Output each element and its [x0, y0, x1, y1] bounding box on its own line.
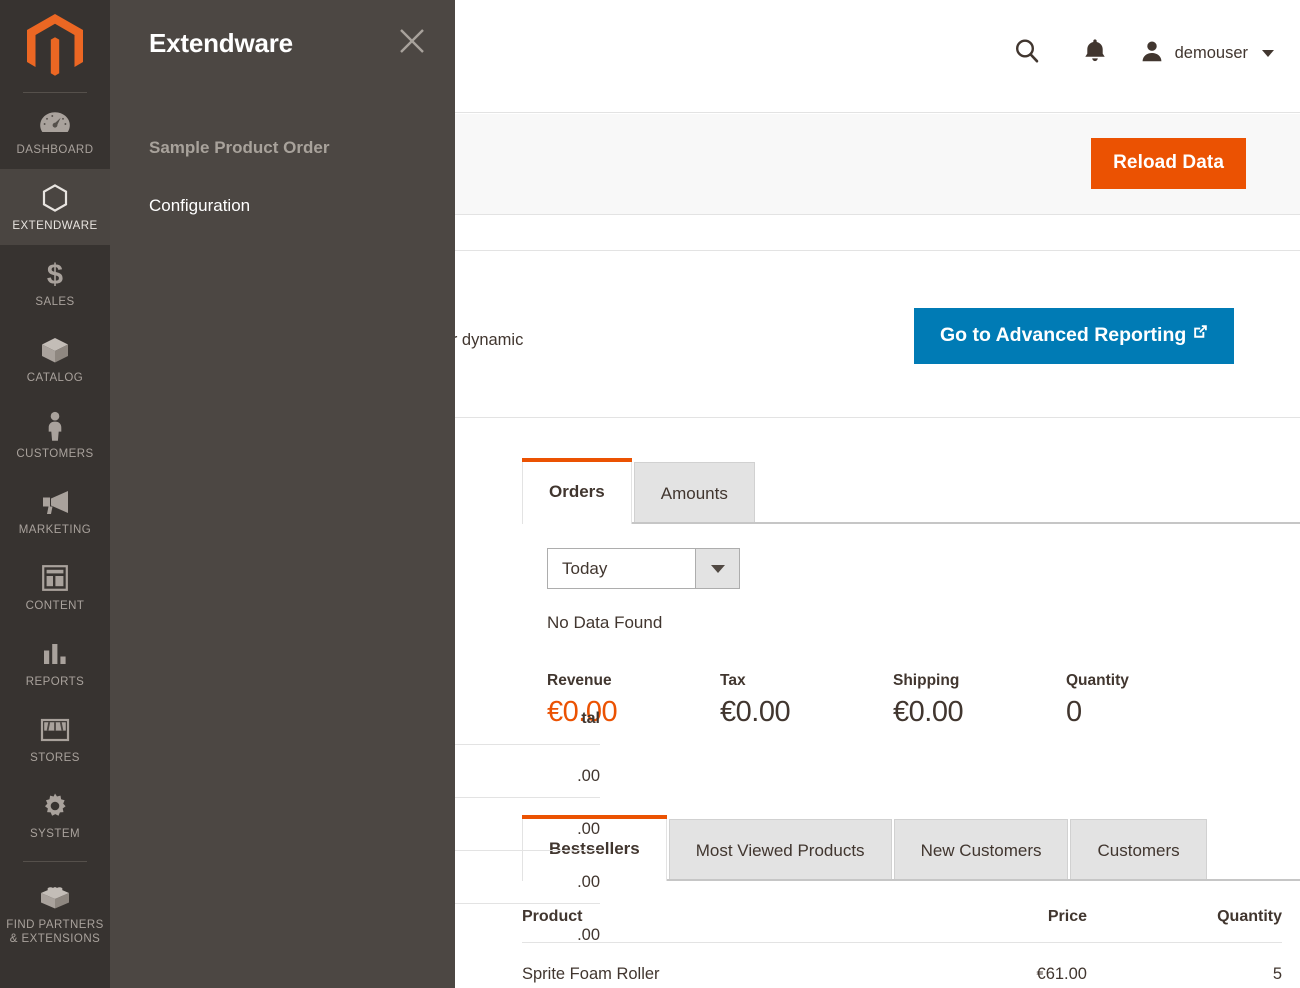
search-icon [1012, 36, 1042, 71]
stat-quantity-value: 0 [1066, 696, 1082, 728]
admin-dashboard-page: tal .00 .00 .00 .00 demouser Reload Data… [0, 0, 1300, 988]
period-select[interactable]: Today [547, 548, 740, 589]
flyout-item-configuration[interactable]: Configuration [149, 188, 429, 224]
tab-customers[interactable]: Customers [1070, 819, 1207, 881]
sidebar-item-customers[interactable]: CUSTOMERS [0, 397, 110, 473]
obscured-table-row: .00 [440, 798, 600, 851]
reload-data-button[interactable]: Reload Data [1091, 138, 1246, 189]
stat-quantity: Quantity 0 [1066, 672, 1239, 729]
sidebar-item-reports[interactable]: REPORTS [0, 625, 110, 701]
tab-most-viewed-products[interactable]: Most Viewed Products [668, 819, 892, 881]
sidebar-item-label: SYSTEM [30, 828, 80, 840]
close-icon[interactable] [397, 26, 427, 56]
cell-price: €61.00 [1036, 965, 1087, 983]
flyout-title: Extendware [149, 28, 293, 58]
sidebar-item-stores[interactable]: STORES [0, 701, 110, 777]
stat-quantity-label: Quantity [1066, 672, 1129, 689]
sidebar-item-label: CONTENT [25, 600, 85, 612]
sidebar-item-system[interactable]: SYSTEM [0, 777, 110, 853]
dashboard-gauge-icon [38, 107, 72, 137]
external-link-icon [1193, 322, 1208, 345]
column-header-quantity: Quantity [1086, 900, 1282, 943]
bottom-tabs: Bestsellers Most Viewed Products New Cus… [522, 815, 1300, 881]
tab-orders[interactable]: Orders [522, 458, 632, 524]
svg-text:$: $ [47, 259, 63, 290]
advanced-reporting-button-label: Go to Advanced Reporting [940, 324, 1187, 346]
stat-tax: Tax €0.00 [720, 672, 893, 729]
sidebar-item-label: DASHBOARD [16, 144, 94, 156]
sidebar-divider [23, 861, 87, 862]
sidebar-item-dashboard[interactable]: DASHBOARD [0, 93, 110, 169]
period-select-value: Today [562, 558, 608, 578]
go-to-advanced-reporting-button[interactable]: Go to Advanced Reporting [914, 308, 1235, 364]
tab-amounts[interactable]: Amounts [633, 462, 755, 524]
tab-new-customers[interactable]: New Customers [893, 819, 1069, 881]
sidebar-item-label: REPORTS [25, 676, 85, 688]
column-header-price: Price [935, 900, 1087, 943]
stat-revenue-label: Revenue [547, 672, 612, 689]
sidebar-item-label: SALES [35, 296, 75, 308]
sidebar-item-label-line2: & EXTENSIONS [9, 933, 101, 945]
sidebar-item-catalog[interactable]: CATALOG [0, 321, 110, 397]
flyout-link-list: Sample Product Order Configuration [149, 130, 429, 246]
stat-shipping-value: €0.00 [893, 696, 964, 728]
notifications-button[interactable] [1061, 33, 1129, 73]
orders-tabs-underline [522, 522, 1300, 524]
obscured-table-row: .00 [577, 926, 600, 944]
chevron-down-icon [695, 549, 739, 588]
bestsellers-table: Product Price Quantity Sprite Foam Rolle… [522, 900, 1282, 988]
sidebar-item-label: MARKETING [18, 524, 92, 536]
sidebar-item-extendware[interactable]: EXTENDWARE [0, 169, 110, 245]
stat-tax-label: Tax [720, 672, 746, 689]
bell-icon [1082, 37, 1108, 70]
layout-icon [38, 563, 72, 593]
user-avatar-icon [1139, 38, 1165, 69]
box-icon [38, 335, 72, 365]
sidebar-item-marketing[interactable]: MARKETING [0, 473, 110, 549]
sidebar-item-label: EXTENDWARE [12, 220, 98, 232]
gear-icon [38, 791, 72, 821]
megaphone-icon [38, 487, 72, 517]
user-menu[interactable]: demouser [1129, 38, 1280, 69]
dollar-icon: $ [38, 259, 72, 290]
sidebar-item-label: STORES [30, 752, 80, 764]
hexagon-icon [38, 183, 72, 213]
storefront-icon [38, 715, 72, 745]
header-actions: demouser [993, 33, 1280, 73]
sidebar-item-content[interactable]: CONTENT [0, 549, 110, 625]
search-button[interactable] [993, 33, 1061, 73]
sidebar-item-find-partners[interactable]: FIND PARTNERS & EXTENSIONS [0, 868, 110, 958]
person-icon [38, 411, 72, 441]
stat-tax-value: €0.00 [720, 696, 791, 728]
chevron-down-icon [1262, 49, 1274, 57]
obscured-table-row: .00 [440, 745, 600, 798]
obscured-table-row: .00 [440, 851, 600, 904]
stat-shipping-label: Shipping [893, 672, 960, 689]
table-header-row: Product Price Quantity [522, 900, 1282, 943]
table-row: Sprite Foam Roller €61.00 5 [522, 943, 1282, 988]
stat-shipping: Shipping €0.00 [893, 672, 1066, 729]
extendware-flyout-menu: Extendware Sample Product Order Configur… [110, 0, 455, 988]
orders-tabs: Orders Amounts [522, 458, 1282, 524]
cell-quantity: 5 [1272, 965, 1282, 983]
sidebar-item-label-line1: FIND PARTNERS [6, 919, 104, 931]
flyout-item-sample-product-order[interactable]: Sample Product Order [149, 130, 429, 166]
sidebar-item-label: FIND PARTNERS & EXTENSIONS [6, 918, 103, 946]
orders-stats-row: Revenue €0.00 Tax €0.00 Shipping €0.00 Q… [547, 672, 1287, 729]
main-sidebar: DASHBOARD EXTENDWARE $ SALES CATALOG CUS… [0, 0, 110, 988]
sidebar-item-label: CATALOG [26, 372, 84, 384]
obscured-totals-table: tal .00 .00 .00 .00 [440, 710, 600, 956]
bar-chart-icon [38, 639, 72, 669]
magento-logo[interactable] [0, 0, 110, 92]
username-label: demouser [1174, 43, 1248, 62]
no-data-message: No Data Found [547, 613, 663, 632]
lego-brick-icon [38, 882, 72, 912]
obscured-table-header: tal [440, 710, 600, 745]
sidebar-item-sales[interactable]: $ SALES [0, 245, 110, 321]
sidebar-item-label: CUSTOMERS [16, 448, 94, 460]
